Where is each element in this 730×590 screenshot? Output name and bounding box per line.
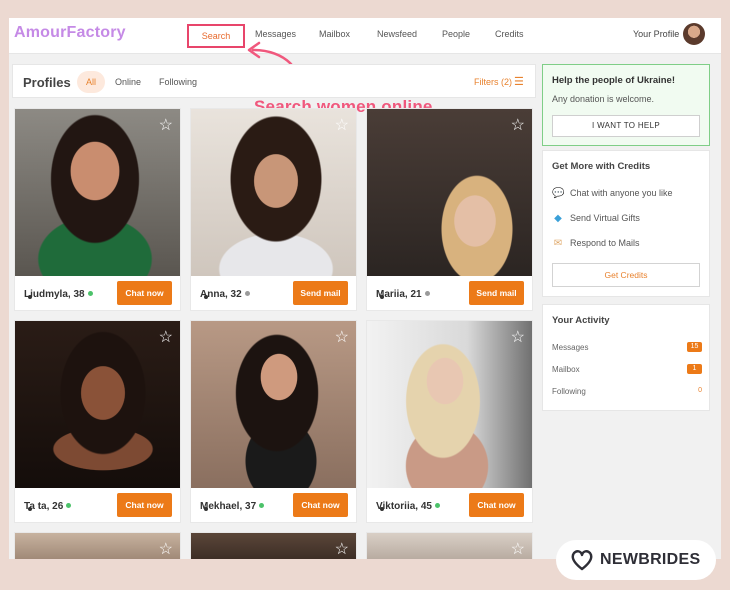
profile-name-text: Ta ta, 26 <box>24 501 64 512</box>
chat-bubble-icon: 💬 <box>552 188 565 199</box>
activity-row-mailbox[interactable]: Mailbox 1 <box>552 364 702 374</box>
online-status-dot <box>259 503 265 508</box>
profile-name-text: Anna, 32 <box>200 289 242 300</box>
nav-messages[interactable]: Messages <box>255 29 296 39</box>
credits-panel: Get More with Credits 💬 Chat with anyone … <box>542 150 710 297</box>
ukraine-subtitle: Any donation is welcome. <box>552 94 655 104</box>
gift-diamond-icon: ◆ <box>554 213 562 224</box>
nav-people[interactable]: People <box>442 29 470 39</box>
sliders-icon[interactable]: ☰ <box>514 75 524 88</box>
nav-search[interactable]: Search <box>187 24 245 48</box>
profile-card[interactable]: ☆ 13 Viktoriia, 45 Chat now <box>366 320 533 523</box>
online-status-dot <box>87 291 93 296</box>
favorite-star-icon[interactable]: ☆ <box>511 539 525 559</box>
profile-avatar[interactable] <box>683 23 705 45</box>
favorite-star-icon[interactable]: ☆ <box>511 327 525 347</box>
profiles-heading: Profiles <box>23 75 71 90</box>
count-badge: 1 <box>687 364 702 374</box>
profile-card[interactable]: ☆ 19 Liudmyla, 38 Chat now <box>14 108 181 311</box>
online-status-dot <box>66 503 72 508</box>
profile-photo[interactable] <box>15 533 180 559</box>
send-mail-button[interactable]: Send mail <box>293 281 348 305</box>
profile-card[interactable]: ☆ 11 Anna, 32 Send mail <box>190 108 357 311</box>
app-window: AmourFactory Search Messages Mailbox New… <box>9 18 721 559</box>
favorite-star-icon[interactable]: ☆ <box>159 115 173 135</box>
profile-card[interactable]: ☆ <box>190 532 357 559</box>
filter-tab-following[interactable]: Following <box>159 77 197 87</box>
watermark-text: NEWBRIDES <box>600 551 701 568</box>
profile-name[interactable]: Mekhael, 37 <box>200 501 265 512</box>
favorite-star-icon[interactable]: ☆ <box>159 327 173 347</box>
favorite-star-icon[interactable]: ☆ <box>159 539 173 559</box>
profile-name-text: Liudmyla, 38 <box>24 289 85 300</box>
count-value: 0 <box>698 387 702 394</box>
offline-status-dot <box>424 291 430 296</box>
chat-now-button[interactable]: Chat now <box>117 281 172 305</box>
profile-name[interactable]: Mariia, 21 <box>376 289 430 300</box>
send-mail-button[interactable]: Send mail <box>469 281 524 305</box>
nav-credits[interactable]: Credits <box>495 29 524 39</box>
your-profile-link[interactable]: Your Profile <box>633 29 679 39</box>
chat-now-button[interactable]: Chat now <box>117 493 172 517</box>
nav-mailbox[interactable]: Mailbox <box>319 29 350 39</box>
activity-row-following[interactable]: Following 0 <box>552 387 702 396</box>
i-want-to-help-button[interactable]: I WANT TO HELP <box>552 115 700 137</box>
profile-name[interactable]: Anna, 32 <box>200 289 250 300</box>
credits-item: ◆ Send Virtual Gifts <box>552 213 640 224</box>
activity-label: Following <box>552 387 586 396</box>
online-status-dot <box>434 503 440 508</box>
logo[interactable]: AmourFactory <box>14 24 126 42</box>
profile-photo[interactable] <box>367 533 532 559</box>
favorite-star-icon[interactable]: ☆ <box>335 539 349 559</box>
favorite-star-icon[interactable]: ☆ <box>335 327 349 347</box>
profile-card[interactable]: ☆ <box>366 532 533 559</box>
profile-card[interactable]: ☆ 23 Ta ta, 26 Chat now <box>14 320 181 523</box>
credits-item-label: Chat with anyone you like <box>570 188 673 198</box>
profile-name[interactable]: Liudmyla, 38 <box>24 289 93 300</box>
credits-item-label: Respond to Mails <box>570 238 640 248</box>
filters-button[interactable]: Filters (2) <box>474 77 512 87</box>
ukraine-donation-panel: Help the people of Ukraine! Any donation… <box>542 64 710 146</box>
profiles-filter-bar: Profiles All Online Following Filters (2… <box>12 64 536 98</box>
profile-photo[interactable] <box>367 109 532 276</box>
activity-label: Mailbox <box>552 365 580 374</box>
envelope-icon: ✉ <box>553 238 563 249</box>
activity-panel: Your Activity Messages 15 Mailbox 1 Follow… <box>542 304 710 411</box>
newbrides-watermark: NEWBRIDES <box>556 540 716 580</box>
get-credits-button[interactable]: Get Credits <box>552 263 700 287</box>
count-badge: 15 <box>687 342 702 352</box>
chat-now-button[interactable]: Chat now <box>293 493 348 517</box>
profile-card[interactable]: ☆ 24 Mekhael, 37 Chat now <box>190 320 357 523</box>
activity-row-messages[interactable]: Messages 15 <box>552 342 702 352</box>
favorite-star-icon[interactable]: ☆ <box>335 115 349 135</box>
filter-tab-online[interactable]: Online <box>115 77 141 87</box>
favorite-star-icon[interactable]: ☆ <box>511 115 525 135</box>
chat-now-button[interactable]: Chat now <box>469 493 524 517</box>
profile-name[interactable]: Viktoriia, 45 <box>376 501 440 512</box>
credits-item: 💬 Chat with anyone you like <box>552 188 673 199</box>
activity-title: Your Activity <box>552 315 610 326</box>
profile-photo[interactable] <box>367 321 532 488</box>
profile-name[interactable]: Ta ta, 26 <box>24 501 72 512</box>
offline-status-dot <box>244 291 250 296</box>
profile-card[interactable]: ☆ 11 Mariia, 21 Send mail <box>366 108 533 311</box>
credits-item: ✉ Respond to Mails <box>552 238 640 249</box>
profile-name-text: Mariia, 21 <box>376 289 422 300</box>
profile-photo[interactable] <box>191 321 356 488</box>
activity-label: Messages <box>552 343 589 352</box>
profile-photo[interactable] <box>15 321 180 488</box>
top-navigation-bar: AmourFactory Search Messages Mailbox New… <box>9 18 721 54</box>
profile-photo[interactable] <box>191 533 356 559</box>
profile-photo[interactable] <box>15 109 180 276</box>
profile-name-text: Viktoriia, 45 <box>376 501 432 512</box>
heart-logo-icon <box>571 550 593 571</box>
ukraine-title: Help the people of Ukraine! <box>552 75 675 86</box>
filter-tab-all[interactable]: All <box>77 71 105 93</box>
nav-newsfeed[interactable]: Newsfeed <box>377 29 417 39</box>
profile-name-text: Mekhael, 37 <box>200 501 257 512</box>
credits-item-label: Send Virtual Gifts <box>570 213 640 223</box>
credits-title: Get More with Credits <box>552 161 651 172</box>
profile-photo[interactable] <box>191 109 356 276</box>
profile-card[interactable]: ☆ <box>14 532 181 559</box>
